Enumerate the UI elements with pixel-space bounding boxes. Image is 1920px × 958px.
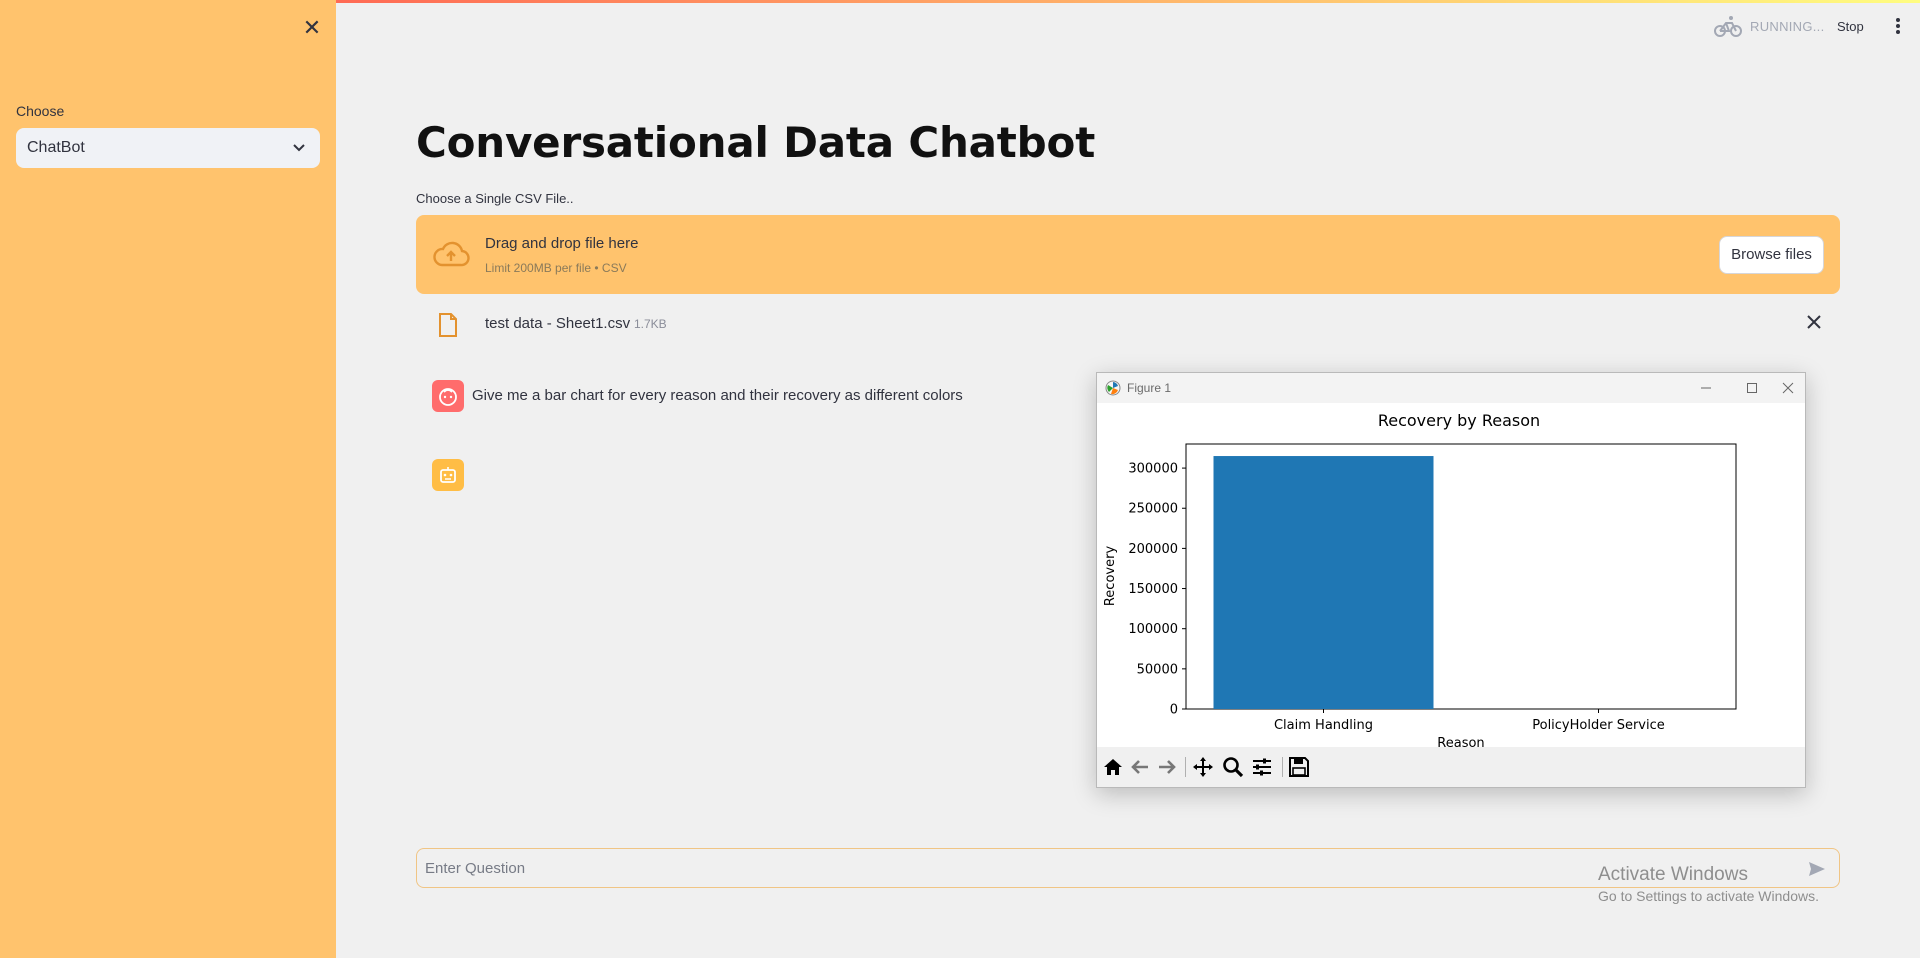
- x-tick-label: Claim Handling: [1274, 718, 1373, 733]
- y-tick-label: 250000: [1128, 502, 1178, 517]
- figure-title: Figure 1: [1127, 381, 1172, 395]
- question-input[interactable]: [425, 849, 1785, 887]
- chevron-down-icon: [292, 128, 306, 183]
- home-icon[interactable]: [1101, 755, 1125, 779]
- dropzone-text: Drag and drop file here: [485, 235, 639, 252]
- forward-icon[interactable]: [1155, 755, 1179, 779]
- bar-0: [1213, 456, 1434, 709]
- send-icon[interactable]: [1807, 859, 1827, 879]
- back-icon[interactable]: [1128, 755, 1152, 779]
- figure-window: Figure 1 Recovery by Reason 0 50000 100000…: [1096, 372, 1806, 788]
- y-tick-label: 0: [1170, 703, 1178, 718]
- mode-select[interactable]: ChatBot: [16, 128, 320, 168]
- activate-windows-subtitle: Go to Settings to activate Windows.: [1598, 888, 1819, 904]
- uploaded-file-size: 1.7KB: [634, 317, 667, 331]
- running-status: RUNNING...: [1750, 19, 1825, 34]
- running-bicycle-icon: [1714, 14, 1742, 38]
- y-axis-label: Recovery: [1103, 546, 1118, 607]
- select-label: Choose: [16, 103, 65, 119]
- file-dropzone[interactable]: Drag and drop file here Limit 200MB per …: [416, 215, 1840, 294]
- pan-icon[interactable]: [1191, 755, 1215, 779]
- sidebar: ✕ Choose ChatBot: [0, 0, 336, 958]
- x-tick-label: PolicyHolder Service: [1532, 718, 1665, 733]
- y-tick-label: 100000: [1128, 622, 1178, 637]
- toolbar-divider: [1185, 757, 1186, 777]
- page-title: Conversational Data Chatbot: [416, 118, 1096, 167]
- activate-windows-title: Activate Windows: [1598, 864, 1748, 885]
- stop-button[interactable]: Stop: [1837, 19, 1864, 34]
- bot-avatar: [432, 459, 464, 491]
- remove-file-icon[interactable]: [1806, 313, 1822, 336]
- chart-title: Recovery by Reason: [1378, 411, 1540, 430]
- zoom-icon[interactable]: [1221, 755, 1245, 779]
- matplotlib-logo-icon: [1105, 380, 1121, 396]
- save-figure-icon[interactable]: [1287, 755, 1311, 779]
- minimize-icon[interactable]: [1691, 377, 1721, 399]
- close-sidebar-icon[interactable]: ✕: [300, 16, 324, 40]
- dropzone-limit: Limit 200MB per file • CSV: [485, 261, 627, 275]
- cloud-upload-icon: [432, 239, 470, 269]
- figure-canvas: Recovery by Reason 0 50000 100000 150000 200…: [1097, 403, 1805, 751]
- browse-files-button[interactable]: Browse files: [1719, 236, 1824, 274]
- file-icon: [438, 313, 458, 337]
- y-tick-label: 200000: [1128, 542, 1178, 557]
- main-menu-icon[interactable]: [1892, 16, 1904, 36]
- figure-titlebar[interactable]: Figure 1: [1097, 373, 1805, 403]
- figure-toolbar: [1097, 747, 1805, 787]
- mode-select-value: ChatBot: [27, 139, 85, 156]
- close-window-icon[interactable]: [1773, 377, 1803, 399]
- y-tick-label: 150000: [1128, 582, 1178, 597]
- y-tick-label: 300000: [1128, 462, 1178, 477]
- user-message: Give me a bar chart for every reason and…: [472, 387, 963, 404]
- bar-chart: Recovery by Reason 0 50000 100000 150000 200…: [1103, 411, 1737, 751]
- x-axis-label: Reason: [1437, 736, 1484, 747]
- uploaded-file-row: test data - Sheet1.csv 1.7KB: [416, 305, 1840, 345]
- upload-label: Choose a Single CSV File..: [416, 191, 574, 206]
- user-avatar: [432, 380, 464, 412]
- configure-subplots-icon[interactable]: [1250, 755, 1274, 779]
- toolbar-divider: [1282, 757, 1283, 777]
- maximize-icon[interactable]: [1737, 377, 1767, 399]
- uploaded-file-name: test data - Sheet1.csv: [485, 315, 631, 332]
- y-tick-label: 50000: [1137, 662, 1178, 677]
